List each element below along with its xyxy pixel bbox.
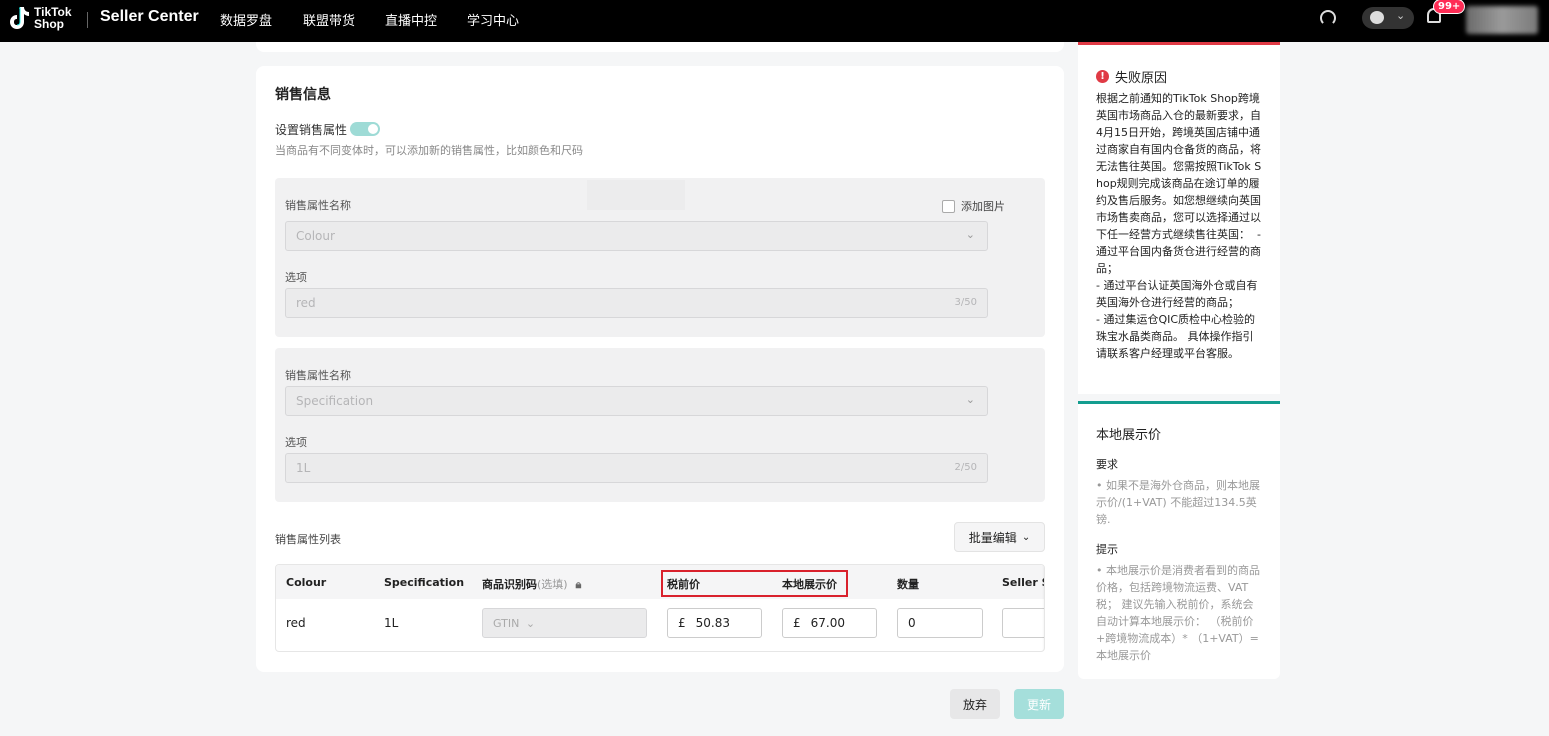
update-button[interactable]: 更新	[1014, 689, 1064, 719]
option-input[interactable]: red 3/50	[285, 288, 988, 318]
messages-button[interactable]: ⌄	[1362, 7, 1414, 29]
sales-attr-box-specification: 销售属性名称 Specification ⌄ 选项 1L 2/50	[275, 348, 1045, 502]
requirement-title: 要求	[1096, 458, 1118, 471]
local-price-title: 本地展示价	[1096, 428, 1162, 443]
nav-item-affiliate[interactable]: 联盟带货	[303, 10, 355, 29]
failure-reason-panel: ! 失败原因 根据之前通知的TikTok Shop跨境英国市场商品入仓的最新要求…	[1078, 42, 1280, 394]
cell-specification: 1L	[384, 616, 399, 630]
tip-title: 提示	[1096, 543, 1118, 556]
quantity-value: 0	[908, 616, 916, 630]
option-input[interactable]: 1L 2/50	[285, 453, 988, 483]
sales-attr-table: Colour Specification 商品识别码(选填) 🔒︎ 税前价 本地…	[275, 564, 1045, 652]
lock-icon: 🔒︎	[575, 578, 582, 591]
sales-attr-toggle[interactable]	[350, 122, 380, 136]
th-colour: Colour	[286, 576, 327, 589]
pretax-price-input[interactable]: £50.83	[667, 608, 762, 638]
failure-reason-body: 根据之前通知的TikTok Shop跨境英国市场商品入仓的最新要求，自4月15日…	[1096, 92, 1262, 360]
gtin-value: GTIN	[493, 617, 520, 630]
failure-reason-title-text: 失败原因	[1115, 71, 1168, 86]
currency-symbol: £	[793, 616, 801, 630]
brand-title: Seller Center	[100, 8, 199, 25]
top-nav-bar: TikTok Shop Seller Center 数据罗盘 联盟带货 直播中控…	[0, 0, 1549, 42]
discard-button[interactable]: 放弃	[950, 689, 1000, 719]
notification-badge: 99+	[1433, 0, 1466, 14]
option-value: 1L	[296, 461, 311, 475]
sales-info-card: 销售信息 设置销售属性 当商品有不同变体时，可以添加新的销售属性，比如颜色和尺码…	[256, 66, 1064, 672]
error-icon: !	[1096, 70, 1109, 83]
chevron-down-icon: ⌄	[1396, 9, 1406, 22]
attr-name-select[interactable]: Specification ⌄	[285, 386, 988, 416]
nav-item-live-control[interactable]: 直播中控	[385, 10, 437, 29]
option-char-count: 3/50	[954, 297, 977, 308]
local-price-input[interactable]: £67.00	[782, 608, 877, 638]
attr-name-label: 销售属性名称	[285, 369, 351, 382]
chat-bubble-icon	[1370, 11, 1384, 24]
add-image-checkbox[interactable]	[942, 199, 955, 213]
th-quantity: 数量	[897, 578, 919, 591]
attr-name-select[interactable]: Colour ⌄	[285, 221, 988, 251]
th-id-code: 商品识别码(选填) 🔒︎	[482, 576, 581, 592]
sales-attr-box-colour: 销售属性名称 添加图片 Colour ⌄ 选项 red 3/50	[275, 178, 1045, 337]
logo-text-line2: Shop	[34, 17, 64, 31]
ghost-tab-shadow	[587, 180, 685, 210]
th-id-code-optional: (选填)	[537, 578, 568, 591]
logo-divider	[87, 12, 88, 28]
chevron-down-icon: ⌄	[965, 393, 975, 406]
batch-edit-button[interactable]: 批量编辑 ⌄	[954, 522, 1045, 552]
seller-sku-input[interactable]	[1002, 608, 1044, 638]
failure-reason-title: ! 失败原因	[1096, 67, 1167, 86]
chevron-down-icon: ⌄	[525, 617, 536, 630]
local-price-value: 67.00	[810, 616, 845, 630]
option-label: 选项	[285, 271, 307, 284]
gtin-select[interactable]: GTIN ⌄	[482, 608, 647, 638]
account-avatar[interactable]	[1466, 6, 1538, 34]
option-value: red	[296, 296, 316, 310]
chevron-down-icon: ⌄	[965, 228, 975, 241]
quantity-input[interactable]: 0	[897, 608, 983, 638]
toggle-knob	[368, 124, 378, 134]
attr-name-value: Specification	[296, 394, 374, 408]
batch-edit-label: 批量编辑	[968, 530, 1017, 545]
sales-attr-toggle-label: 设置销售属性	[275, 123, 348, 137]
table-header: Colour Specification 商品识别码(选填) 🔒︎ 税前价 本地…	[276, 565, 1044, 599]
option-label: 选项	[285, 436, 307, 449]
tiktok-shop-logo[interactable]: TikTok Shop	[8, 5, 72, 31]
chevron-down-icon: ⌄	[1021, 531, 1031, 543]
add-image-label: 添加图片	[961, 200, 1005, 213]
price-header-highlight	[661, 570, 848, 597]
nav-item-learning-center[interactable]: 学习中心	[467, 10, 519, 29]
pretax-price-value: 50.83	[695, 616, 730, 630]
table-scroll-shadow	[1042, 565, 1044, 651]
requirement-body: • 如果不是海外仓商品，则本地展示价/(1+VAT) 不能超过134.5英镑.	[1096, 479, 1260, 526]
add-image-option[interactable]: 添加图片	[942, 198, 1005, 214]
th-specification: Specification	[384, 576, 465, 589]
option-char-count: 2/50	[954, 462, 977, 473]
local-price-panel: 本地展示价 要求 • 如果不是海外仓商品，则本地展示价/(1+VAT) 不能超过…	[1078, 401, 1280, 679]
section-title: 销售信息	[275, 87, 331, 103]
th-id-code-label: 商品识别码	[482, 578, 537, 591]
attr-name-label: 销售属性名称	[285, 199, 351, 212]
th-seller-sku: Seller SK	[1002, 576, 1044, 589]
sales-attr-list-title: 销售属性列表	[275, 533, 341, 546]
tip-body: • 本地展示价是消费者看到的商品价格，包括跨境物流运费、VAT税； 建议先输入税…	[1096, 564, 1260, 662]
tiktok-note-icon	[10, 7, 29, 29]
nav-item-data-compass[interactable]: 数据罗盘	[220, 10, 272, 29]
cell-colour: red	[286, 616, 306, 630]
sales-attr-hint: 当商品有不同变体时，可以添加新的销售属性，比如颜色和尺码	[275, 144, 583, 157]
headset-icon[interactable]	[1320, 10, 1336, 26]
attr-name-value: Colour	[296, 229, 335, 243]
currency-symbol: £	[678, 616, 686, 630]
previous-card-bottom	[256, 42, 1064, 52]
